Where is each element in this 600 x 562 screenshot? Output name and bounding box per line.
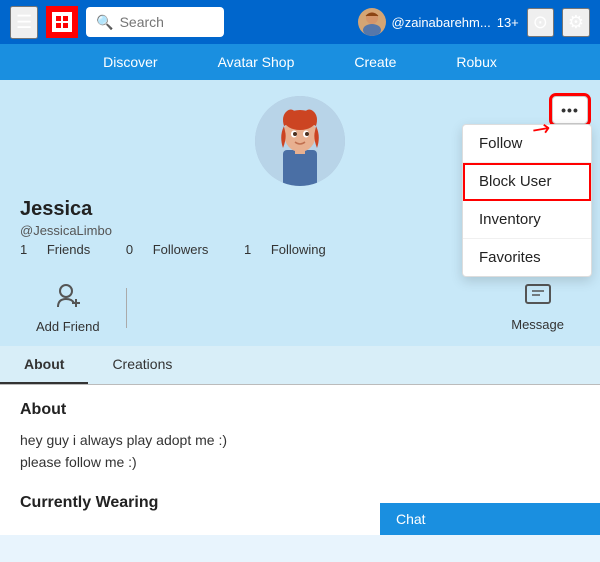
following-count: 1 Following [244,242,342,257]
nav-discover[interactable]: Discover [103,54,157,70]
message-button[interactable]: Message [495,279,580,336]
nav-create[interactable]: Create [354,54,396,70]
more-options-button[interactable]: ••• [552,96,588,124]
friends-count: 1 Friends [20,242,106,257]
add-friend-button[interactable]: Add Friend [20,277,116,338]
top-navigation: ☰ 🔍 @zainabarehm... 13+ ⊙ ⚙ [0,0,600,44]
secondary-navigation: Discover Avatar Shop Create Robux [0,44,600,80]
dropdown-inventory[interactable]: Inventory [463,201,591,239]
tab-creations[interactable]: Creations [88,346,196,384]
followers-count: 0 Followers [126,242,224,257]
action-divider [126,288,127,328]
dropdown-favorites[interactable]: Favorites [463,239,591,276]
dropdown-block-user[interactable]: Block User [463,163,591,201]
about-heading: About [20,401,580,419]
search-input[interactable] [120,14,214,30]
about-text: hey guy i always play adopt me :)please … [20,429,580,474]
chat-label: Chat [396,511,426,527]
settings-icon-button[interactable]: ⚙ [562,8,590,37]
user-avatar [358,8,386,36]
profile-area: Jessica @JessicaLimbo 1 Friends 0 Follow… [0,80,600,346]
robux-icon-button[interactable]: ⊙ [527,8,554,37]
dropdown-menu: Follow Block User Inventory Favorites [462,124,592,277]
hamburger-button[interactable]: ☰ [10,6,38,39]
message-svg [524,283,552,307]
dropdown-follow[interactable]: Follow [463,125,591,163]
nav-robux[interactable]: Robux [456,54,496,70]
bottom-section: About hey guy i always play adopt me :)p… [0,385,600,535]
age-label: 13+ [497,15,519,30]
nav-avatar-shop[interactable]: Avatar Shop [218,54,295,70]
roblox-logo-svg [48,8,76,36]
user-info: @zainabarehm... 13+ [358,8,519,36]
add-friend-icon [54,281,82,315]
message-label: Message [511,317,564,332]
search-bar-container: 🔍 [86,7,224,37]
avatar [255,96,345,186]
chat-bar[interactable]: Chat [380,503,600,535]
hamburger-icon: ☰ [16,12,32,32]
action-buttons: Add Friend Message [20,265,580,346]
message-icon [524,283,552,313]
add-friend-svg [54,281,82,309]
add-friend-label: Add Friend [36,319,100,334]
username-label: @zainabarehm... [392,15,491,30]
roblox-logo[interactable] [46,6,78,38]
character-avatar-svg [255,96,345,186]
tab-about[interactable]: About [0,346,88,384]
profile-tabs: About Creations [0,346,600,385]
search-icon: 🔍 [96,14,113,31]
user-avatar-svg [358,8,386,36]
